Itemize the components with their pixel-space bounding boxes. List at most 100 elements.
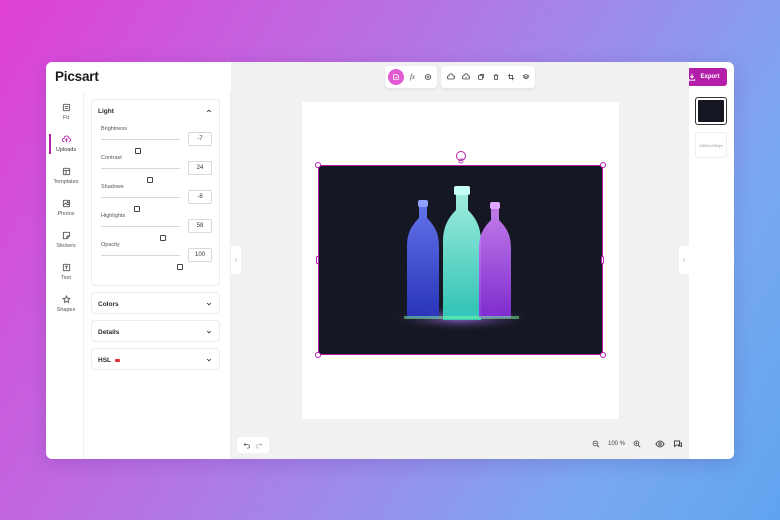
comments-icon[interactable]	[673, 439, 683, 449]
rail-item-label: Fit	[62, 115, 70, 121]
download-icon	[689, 73, 696, 81]
fx-tool-button[interactable]: fx	[406, 70, 419, 84]
rail-item-label: Templates	[53, 179, 79, 185]
ai-cloud-icon	[461, 73, 470, 80]
highlights-slider-row: Highlights 58	[92, 213, 221, 241]
hsl-section-title: HSL	[98, 357, 111, 364]
hsl-section[interactable]: HSL	[91, 348, 220, 370]
ai-tool-button[interactable]	[459, 70, 472, 84]
rail-item-photos[interactable]: Photos	[49, 195, 83, 221]
fit-icon	[62, 103, 70, 112]
rail-item-stickers[interactable]: Stickers	[49, 227, 83, 253]
delete-tool-button[interactable]	[489, 70, 502, 84]
brightness-value-input[interactable]: -7	[188, 132, 212, 146]
details-section-title: Details	[98, 329, 120, 336]
brightness-thumb[interactable]	[134, 148, 141, 154]
opacity-label: Opacity	[101, 242, 120, 248]
effects-tool-button[interactable]	[421, 70, 434, 84]
resize-handle-bottom-left[interactable]	[315, 352, 321, 358]
redo-icon[interactable]	[255, 441, 263, 449]
shadows-thumb[interactable]	[134, 206, 141, 212]
contrast-thumb[interactable]	[146, 177, 153, 183]
colors-section[interactable]: Colors	[91, 292, 220, 314]
contrast-track[interactable]	[101, 168, 180, 183]
resize-handle-bottom-right[interactable]	[600, 352, 606, 358]
details-section[interactable]: Details	[91, 320, 220, 342]
templates-icon	[62, 167, 70, 176]
resize-handle-right[interactable]	[601, 256, 604, 264]
layers-icon	[521, 73, 530, 80]
undo-icon[interactable]	[243, 441, 251, 449]
rail-item-label: Photos	[57, 211, 75, 217]
opacity-value-input[interactable]: 100	[188, 248, 212, 262]
highlights-track[interactable]	[101, 226, 180, 241]
resize-handle-top-left[interactable]	[315, 162, 321, 168]
tool-rail: Fit Uploads Templates Photos Stickers Te…	[46, 92, 84, 459]
brightness-track[interactable]	[101, 139, 180, 154]
chevron-down-icon[interactable]	[206, 329, 212, 335]
cloud-icon	[446, 73, 455, 80]
hsl-section-header: HSL	[98, 357, 120, 364]
expand-pages-button[interactable]: ›	[679, 246, 689, 274]
cloud-tool-button[interactable]	[444, 70, 457, 84]
adjust-tool-button[interactable]	[388, 69, 404, 85]
selected-photo[interactable]	[318, 165, 603, 355]
chevron-down-icon[interactable]	[206, 357, 212, 363]
shadows-value-input[interactable]: -8	[188, 190, 212, 204]
rail-item-templates[interactable]: Templates	[49, 163, 83, 189]
crop-icon	[507, 73, 514, 81]
zoom-level[interactable]: 100 %	[608, 441, 625, 447]
light-section-header[interactable]: Light	[98, 108, 114, 115]
export-label: Export	[700, 74, 720, 80]
rail-item-fit[interactable]: Fit	[49, 99, 83, 125]
chevron-down-icon[interactable]	[206, 301, 212, 307]
page-size-label: 1080x1080px	[698, 142, 724, 148]
delete-icon	[493, 74, 498, 80]
upload-icon	[61, 135, 71, 143]
highlights-thumb[interactable]	[160, 235, 167, 241]
chevron-up-icon[interactable]	[206, 108, 212, 114]
zoom-controls: 100 %	[592, 439, 683, 449]
contrast-slider-row: Contrast 24	[92, 155, 221, 183]
highlights-label: Highlights	[101, 213, 126, 219]
resize-handle-top-right[interactable]	[600, 162, 606, 168]
resize-handle-left[interactable]	[316, 256, 319, 264]
pages-panel: 1080x1080px	[689, 92, 734, 459]
chevron-left-icon: ‹	[234, 256, 238, 264]
duplicate-icon	[477, 74, 484, 80]
opacity-track[interactable]	[101, 255, 183, 270]
rotate-handle[interactable]	[456, 151, 466, 164]
history-controls	[237, 437, 269, 453]
app-window: Picsart Export Fit Uploads Templates Pho…	[46, 62, 734, 459]
chevron-right-icon: ›	[682, 256, 686, 264]
zoom-out-icon[interactable]	[592, 440, 600, 448]
highlights-value-input[interactable]: 58	[188, 219, 212, 233]
fx-icon: fx	[409, 73, 416, 81]
adjust-panel: Light Brightness -7 Contrast 24 Shadows …	[84, 92, 231, 459]
canvas-area: fx ‹ › 100 %	[231, 62, 689, 459]
rail-item-text[interactable]: Text	[49, 259, 83, 285]
opacity-thumb[interactable]	[177, 264, 183, 270]
rail-item-label: Shapes	[56, 307, 76, 313]
zoom-in-icon[interactable]	[633, 440, 641, 448]
picsart-logo[interactable]: Picsart	[55, 69, 99, 84]
rail-item-uploads[interactable]: Uploads	[49, 131, 83, 157]
more-tool-button[interactable]	[519, 70, 532, 84]
rail-item-label: Uploads	[55, 147, 77, 153]
shadows-slider-row: Shadows -8	[92, 184, 221, 212]
add-page-button[interactable]: 1080x1080px	[695, 132, 727, 158]
light-section-title: Light	[98, 108, 114, 115]
rail-item-label: Stickers	[56, 243, 76, 249]
rail-item-label: Text	[60, 275, 72, 281]
contrast-value-input[interactable]: 24	[188, 161, 212, 175]
opacity-slider-row: Opacity 100	[92, 242, 221, 270]
rail-item-shapes[interactable]: Shapes	[49, 291, 83, 317]
duplicate-tool-button[interactable]	[474, 70, 487, 84]
collapse-panel-button[interactable]: ‹	[231, 246, 241, 274]
details-section-header: Details	[98, 329, 119, 336]
eye-icon[interactable]	[655, 439, 665, 449]
stickers-icon	[62, 231, 70, 240]
shadows-track[interactable]	[101, 197, 180, 212]
crop-tool-button[interactable]	[504, 70, 517, 84]
page-thumbnail[interactable]	[695, 97, 727, 125]
